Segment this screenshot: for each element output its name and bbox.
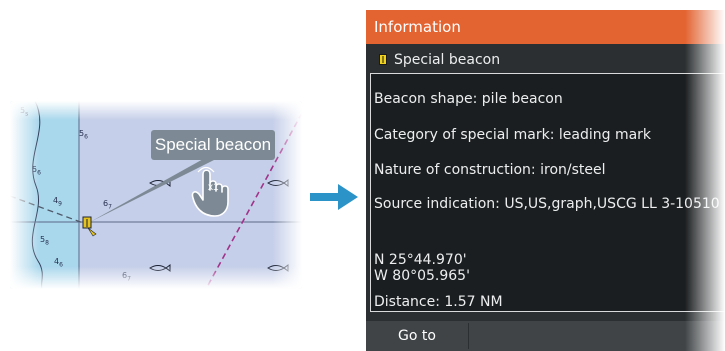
right-arrow-icon — [310, 184, 358, 210]
details-list: Beacon shape: pile beacon Category of sp… — [370, 73, 725, 312]
beacon-shape: Beacon shape: pile beacon — [374, 91, 563, 107]
depth-label: 56 — [32, 165, 41, 177]
panel-title: Information — [366, 10, 725, 44]
depth-label: 67 — [103, 199, 112, 211]
latitude: N 25°44.970' — [374, 252, 467, 268]
object-callout[interactable]: Special beacon — [151, 130, 275, 160]
information-panel: Information Special beacon Beacon shape:… — [366, 10, 725, 351]
object-header[interactable]: Special beacon — [366, 48, 725, 72]
depth-label: 5s — [20, 106, 29, 118]
source-indication: Source indication: US,US,graph,USCG LL 3… — [374, 196, 720, 212]
special-mark-category: Category of special mark: leading mark — [374, 127, 652, 143]
goto-button[interactable]: Go to — [366, 321, 468, 351]
depth-label: 67 — [122, 271, 131, 283]
button-divider — [468, 323, 469, 349]
tap-count: x1 — [208, 182, 219, 193]
longitude: W 80°05.965' — [374, 268, 470, 284]
depth-label: 49 — [53, 196, 62, 208]
construction-nature: Nature of construction: iron/steel — [374, 162, 606, 178]
depth-label: 46 — [54, 257, 63, 269]
distance: Distance: 1.57 NM — [374, 294, 503, 310]
object-name: Special beacon — [394, 52, 501, 68]
depth-label: 56 — [79, 129, 88, 141]
depth-label: 58 — [40, 235, 49, 247]
beacon-icon — [379, 54, 387, 65]
callout-label: Special beacon — [154, 135, 272, 154]
action-bar: Go to — [366, 321, 725, 351]
